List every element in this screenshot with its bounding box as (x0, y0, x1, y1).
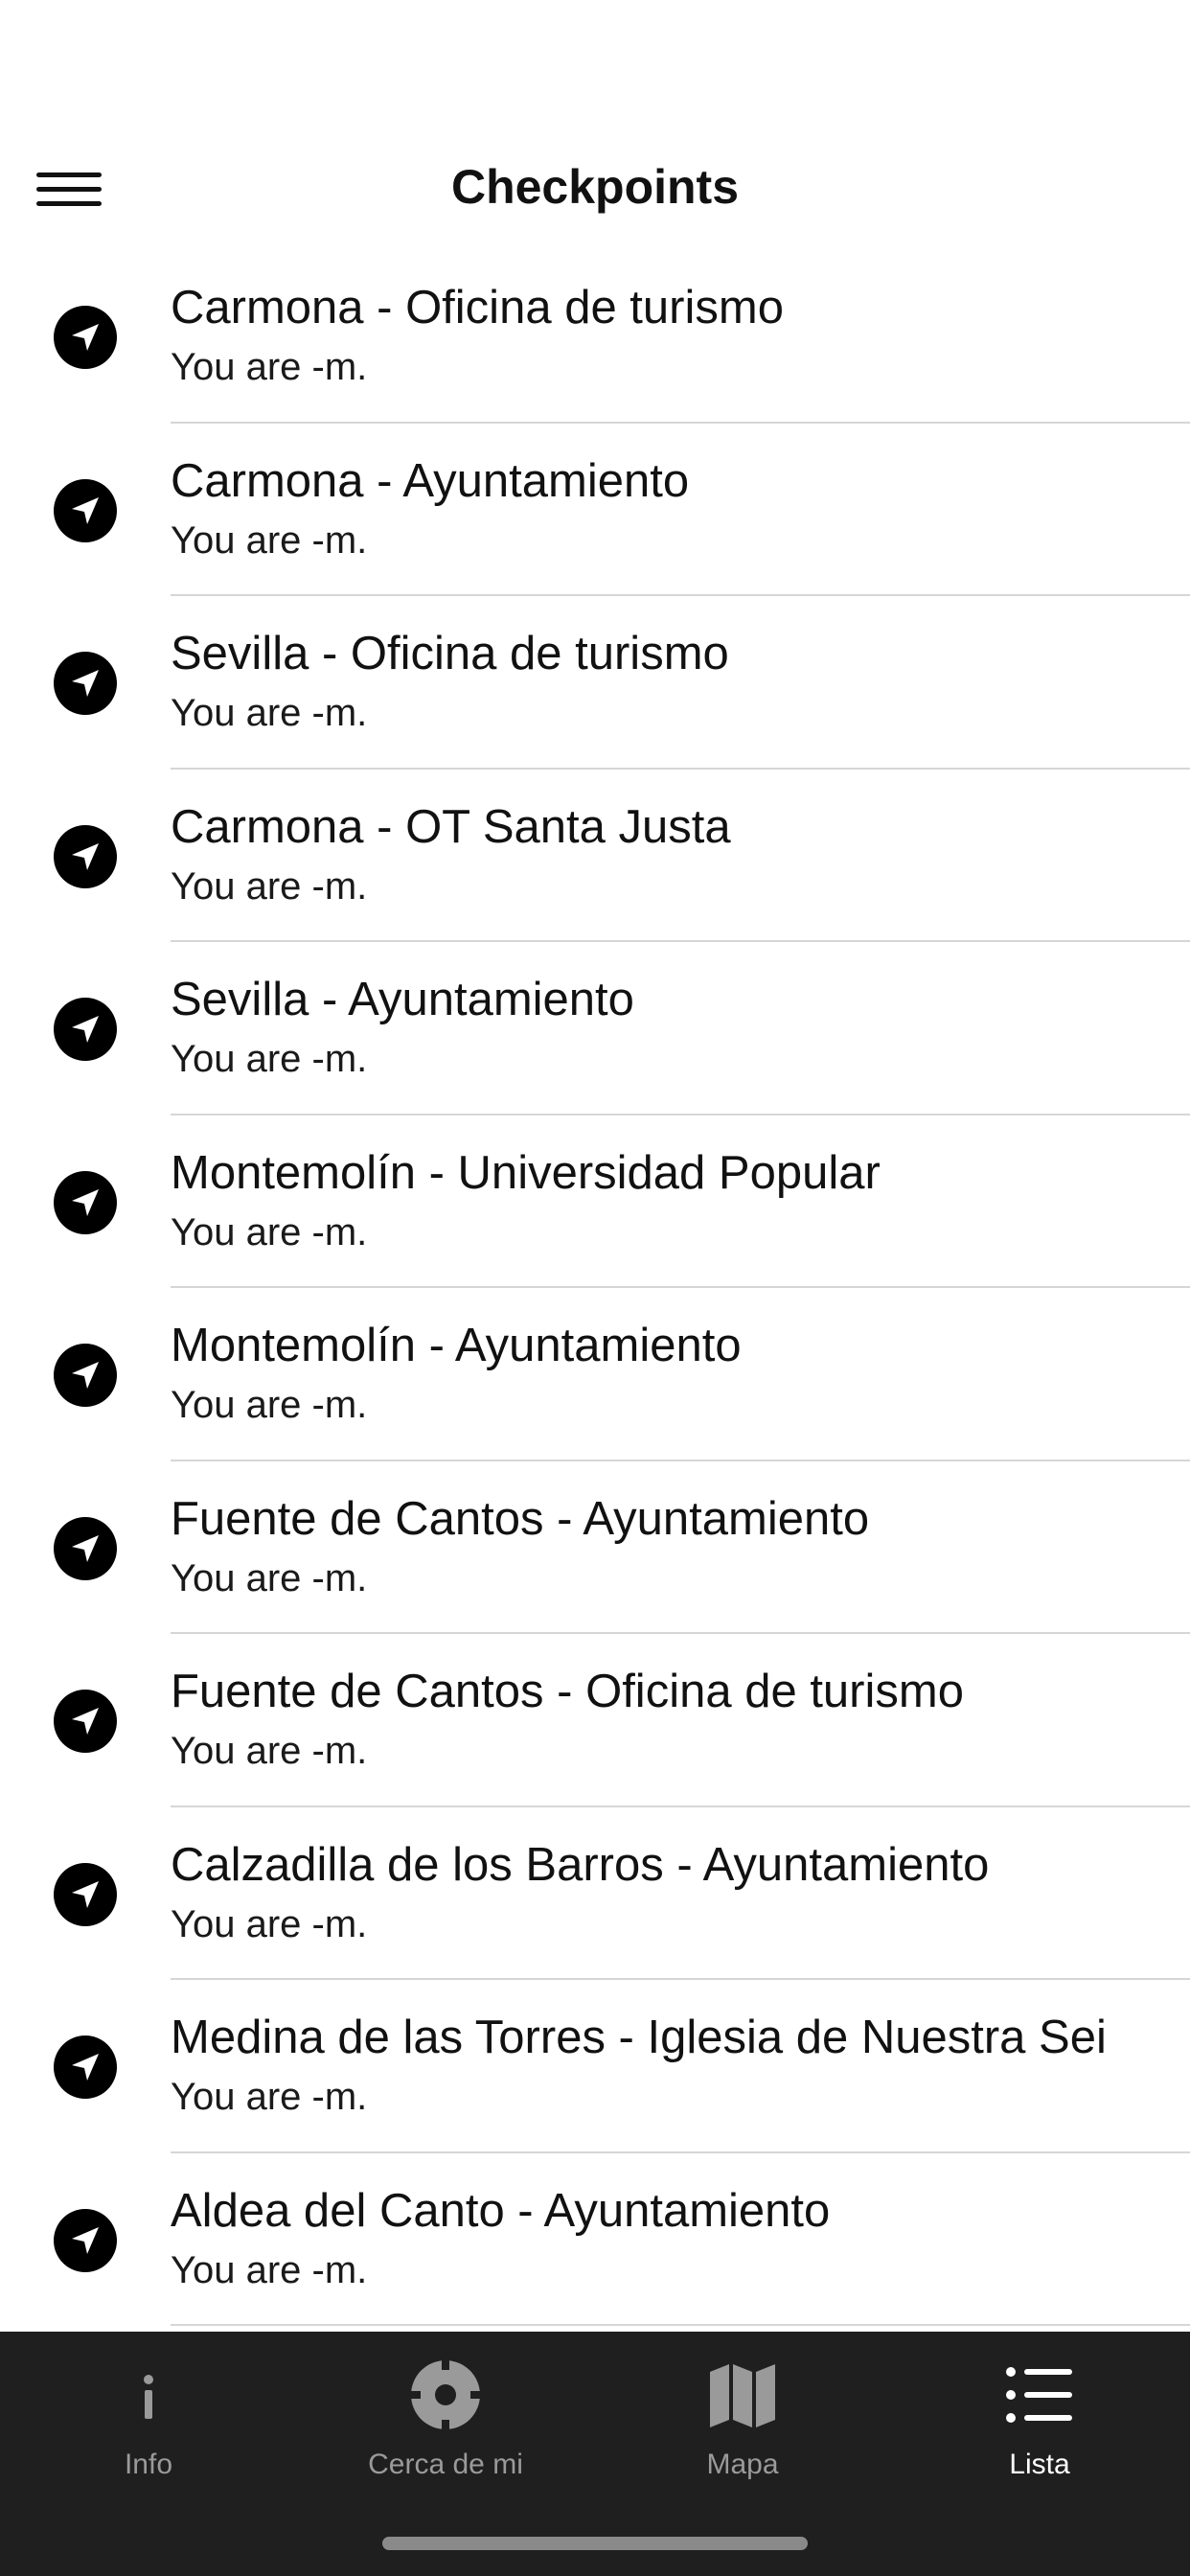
list-item[interactable]: Sevilla - Oficina de turismo You are -m. (0, 596, 1190, 770)
checkpoint-name: Carmona - Ayuntamiento (171, 454, 690, 507)
tab-info-label: Info (124, 2449, 173, 2480)
checkpoint-distance: You are -m. (171, 1210, 368, 1254)
navigation-arrow-icon (54, 1516, 117, 1580)
checkpoint-distance: You are -m. (171, 346, 368, 388)
list-item[interactable]: Montemolín - Universidad Popular You are … (0, 1116, 1190, 1288)
list-item[interactable]: Carmona - Oficina de turismo You are -m. (0, 250, 1190, 424)
checkpoint-name: Fuente de Cantos - Oficina de turismo (171, 1666, 964, 1717)
row-divider (171, 2324, 1190, 2326)
tab-mapa[interactable]: Mapa (594, 2332, 891, 2495)
checkpoint-distance: You are -m. (171, 864, 368, 908)
navigation-arrow-icon (54, 306, 117, 369)
navigation-arrow-icon (54, 2036, 117, 2099)
tab-bar: Info Cerca de mi Mapa Lista (0, 2332, 1190, 2576)
list-item[interactable]: Aldea del Canto - Ayuntamiento You are -m… (0, 2153, 1190, 2326)
status-bar (0, 0, 1190, 126)
checkpoint-name: Montemolín - Universidad Popular (171, 1146, 881, 1199)
checkpoint-distance: You are -m. (171, 692, 368, 734)
checkpoint-name: Aldea del Canto - Ayuntamiento (171, 2184, 831, 2237)
checkpoint-list[interactable]: Carmona - Oficina de turismo You are -m. C… (0, 250, 1190, 2332)
checkpoint-name: Sevilla - Ayuntamiento (171, 974, 634, 1025)
checkpoint-name: Sevilla - Oficina de turismo (171, 628, 729, 679)
tab-lista-label: Lista (1009, 2449, 1070, 2480)
navigation-bar: Checkpoints (0, 126, 1190, 253)
list-icon (1003, 2358, 1076, 2431)
navigation-arrow-icon (54, 2208, 117, 2272)
list-item[interactable]: Montemolín - Ayuntamiento You are -m. (0, 1288, 1190, 1461)
checkpoint-distance: You are -m. (171, 1038, 368, 1080)
navigation-arrow-icon (54, 998, 117, 1061)
checkpoint-name: Montemolín - Ayuntamiento (171, 1320, 742, 1371)
checkpoint-distance: You are -m. (171, 518, 368, 562)
home-indicator (382, 2537, 808, 2550)
checkpoint-name: Medina de las Torres - Iglesia de Nuestr… (171, 2012, 1107, 2063)
tab-info[interactable]: Info (0, 2332, 297, 2495)
list-item[interactable]: Carmona - Ayuntamiento You are -m. (0, 424, 1190, 596)
checkpoint-distance: You are -m. (171, 1384, 368, 1426)
checkpoint-name: Carmona - Oficina de turismo (171, 282, 784, 334)
locate-crosshair-icon (409, 2358, 482, 2431)
list-item[interactable]: Medina de las Torres - Iglesia de Nuestr… (0, 1980, 1190, 2153)
checkpoint-distance: You are -m. (171, 1730, 368, 1772)
list-item[interactable]: Sevilla - Ayuntamiento You are -m. (0, 942, 1190, 1116)
checkpoint-name: Calzadilla de los Barros - Ayuntamiento (171, 1838, 990, 1891)
navigation-arrow-icon (54, 1344, 117, 1407)
checkpoint-name: Fuente de Cantos - Ayuntamiento (171, 1492, 870, 1545)
navigation-arrow-icon (54, 1862, 117, 1926)
tab-mapa-label: Mapa (706, 2449, 779, 2480)
navigation-arrow-icon (54, 652, 117, 715)
list-item[interactable]: Carmona - OT Santa Justa You are -m. (0, 770, 1190, 942)
navigation-arrow-icon (54, 824, 117, 888)
list-item[interactable]: Calzadilla de los Barros - Ayuntamiento Y… (0, 1807, 1190, 1980)
checkpoint-distance: You are -m. (171, 1902, 368, 1945)
list-item[interactable]: Fuente de Cantos - Oficina de turismo You… (0, 1634, 1190, 1807)
list-item[interactable]: Fuente de Cantos - Ayuntamiento You are -… (0, 1461, 1190, 1634)
tab-lista[interactable]: Lista (891, 2332, 1188, 2495)
tab-cerca-de-mi-label: Cerca de mi (368, 2449, 523, 2480)
checkpoint-name: Carmona - OT Santa Justa (171, 800, 731, 853)
navigation-arrow-icon (54, 478, 117, 542)
checkpoint-distance: You are -m. (171, 1556, 368, 1599)
map-icon (706, 2358, 779, 2431)
tab-cerca-de-mi[interactable]: Cerca de mi (297, 2332, 594, 2495)
checkpoint-distance: You are -m. (171, 2076, 368, 2118)
checkpoint-distance: You are -m. (171, 2248, 368, 2291)
info-icon (112, 2358, 185, 2431)
navigation-arrow-icon (54, 1170, 117, 1234)
navigation-arrow-icon (54, 1690, 117, 1753)
page-title: Checkpoints (450, 160, 740, 214)
